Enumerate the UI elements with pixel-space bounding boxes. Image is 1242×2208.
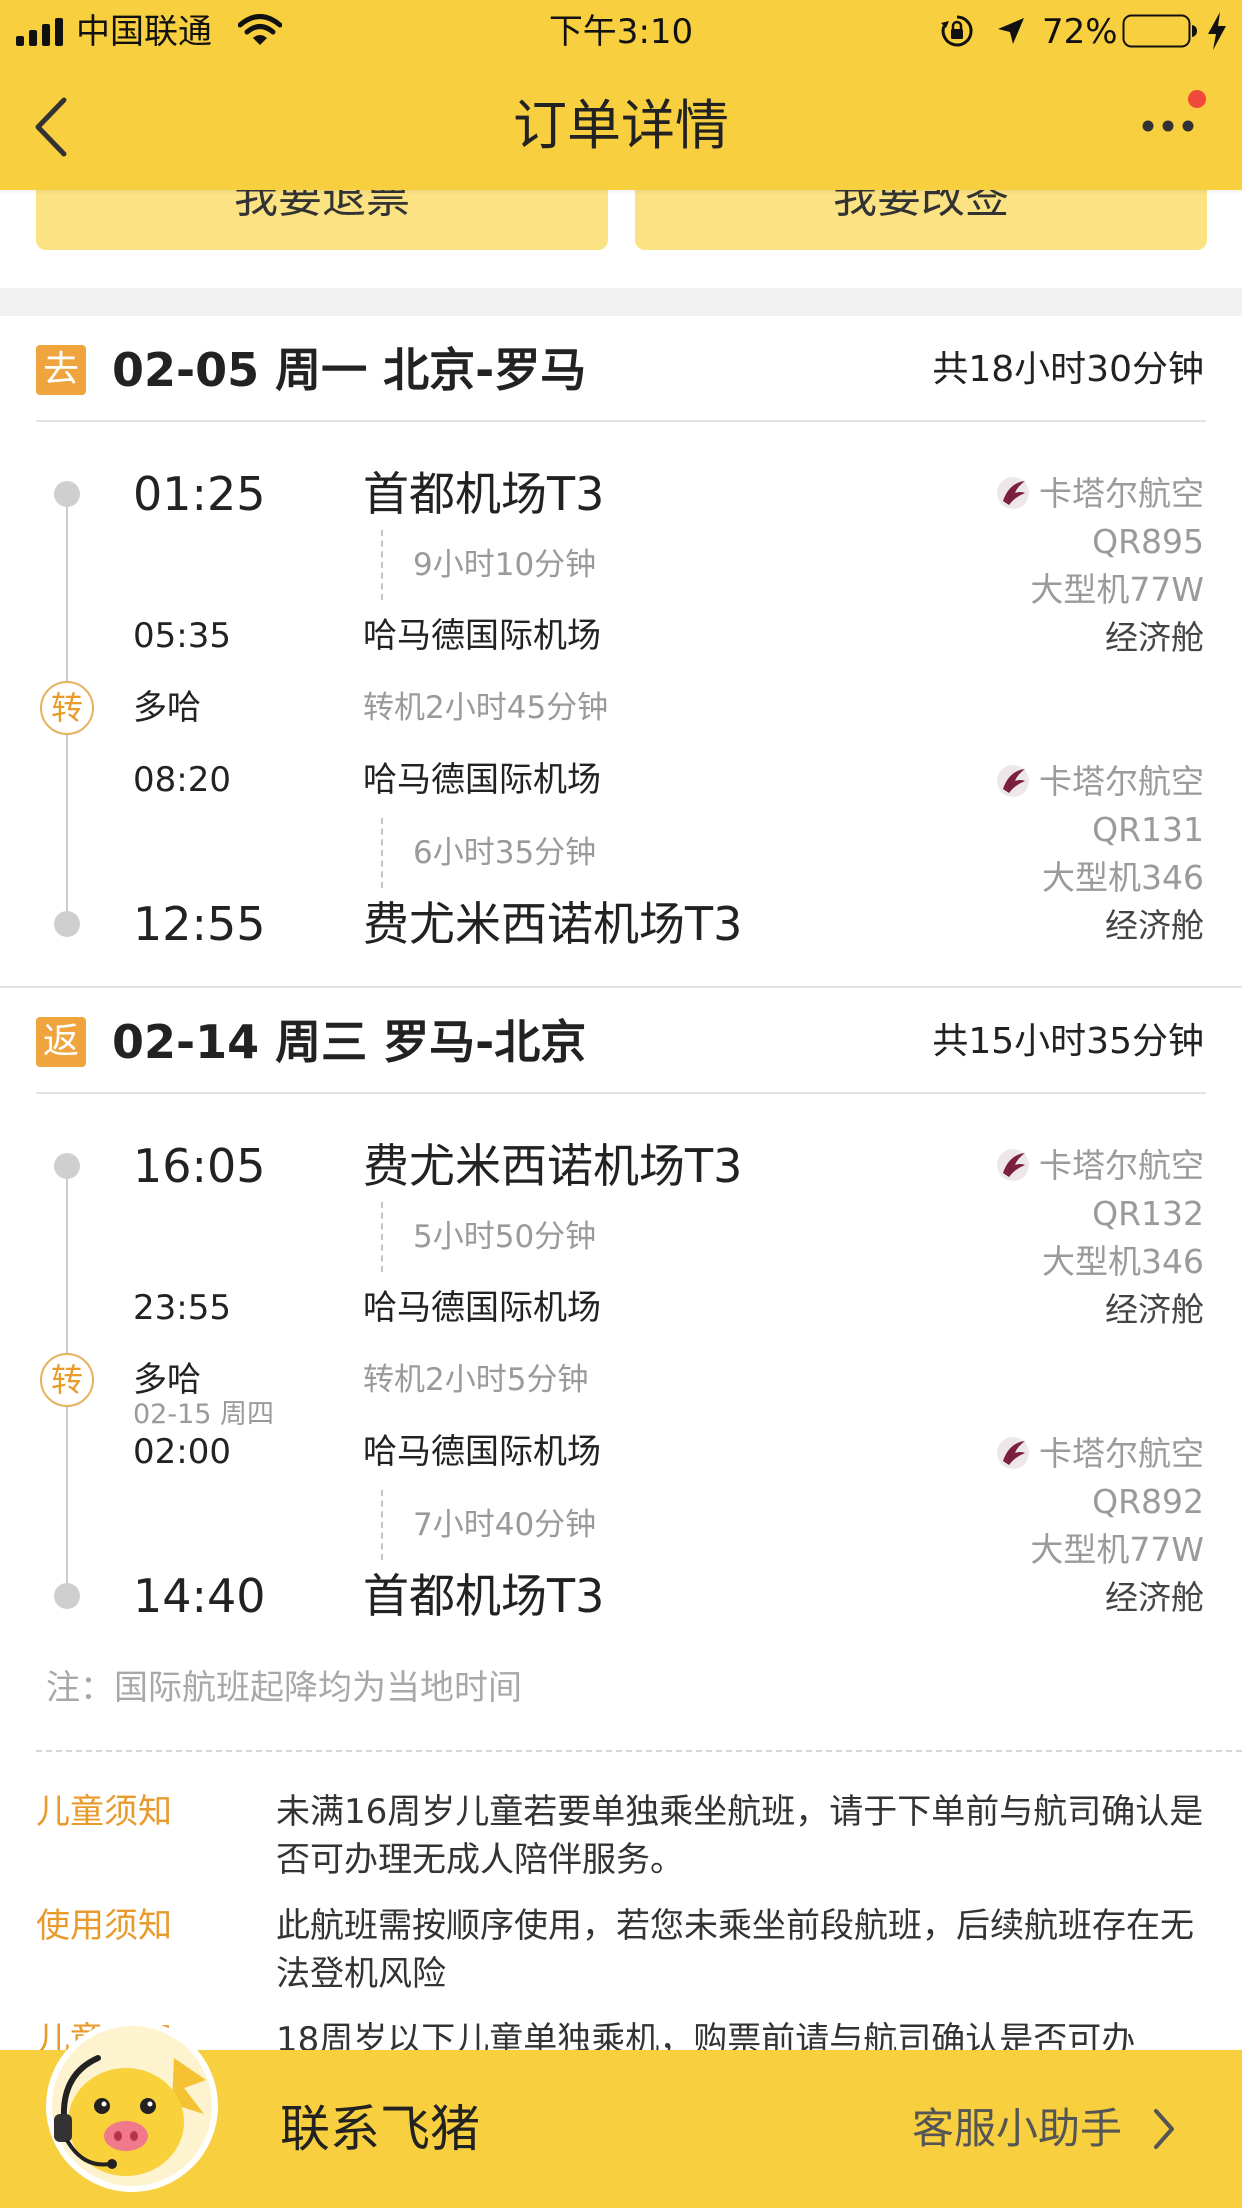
flight-dash-line [381, 818, 383, 888]
airline-name: 卡塔尔航空 [1039, 474, 1204, 513]
notice-text: 未满16周岁儿童若要单独乘坐航班，请于下单前与航司确认是否可办理无成人陪伴服务。 [276, 1792, 1204, 1880]
contact-fliggy-label[interactable]: 联系飞猪 [280, 2094, 480, 2164]
airline: 卡塔尔航空 [995, 470, 1204, 518]
flight-duration: 7小时40分钟 [413, 1507, 597, 1543]
qatar-airways-logo-icon [997, 477, 1029, 509]
departure-time: 08:20 [133, 760, 231, 800]
flight-dash-line [381, 1490, 383, 1560]
departure-airport: 首都机场T3 [363, 467, 605, 521]
header-bar: 中国联通 下午3:10 72% 订单详情 [0, 0, 1242, 190]
aircraft-type: 大型机346 [1042, 1242, 1204, 1281]
arrival-airport: 首都机场T3 [363, 1569, 605, 1623]
airline: 卡塔尔航空 [995, 758, 1204, 806]
layover-duration: 转机2小时5分钟 [363, 1362, 589, 1398]
location-arrow-icon [998, 18, 1024, 44]
flight-duration: 9小时10分钟 [413, 547, 597, 583]
arrival-time: 12:55 [133, 897, 266, 951]
divider [36, 420, 1206, 422]
layover-duration: 转机2小时45分钟 [363, 690, 609, 726]
airline: 卡塔尔航空 [995, 1430, 1204, 1478]
arrival-airport: 哈马德国际机场 [363, 616, 601, 656]
customer-service-assistant-link[interactable]: 客服小助手 [912, 2094, 1122, 2164]
battery-percentage: 72% [1042, 12, 1118, 52]
local-time-note: 注：国际航班起降均为当地时间 [46, 1668, 522, 1708]
qatar-airways-logo-icon [997, 765, 1029, 797]
notice-label: 使用须知 [36, 1906, 172, 1946]
section-gap [0, 288, 1242, 316]
arrival-dot [54, 1583, 80, 1609]
aircraft-type: 大型机77W [1030, 1530, 1204, 1569]
outbound-title: 02-05 周一 北京-罗马 [112, 343, 587, 397]
outbound-total-duration: 共18小时30分钟 [932, 349, 1204, 390]
departure-time: 01:25 [133, 467, 266, 521]
qatar-airways-logo-icon [997, 1437, 1029, 1469]
return-total-duration: 共15小时35分钟 [932, 1021, 1204, 1062]
flight-duration: 5小时50分钟 [413, 1219, 597, 1255]
transfer-badge: 转 [40, 1353, 94, 1407]
dashed-divider [36, 1750, 1242, 1752]
aircraft-type: 大型机346 [1042, 858, 1204, 897]
page-title: 订单详情 [513, 94, 729, 157]
divider [36, 1092, 1206, 1094]
section-divider [0, 986, 1242, 988]
airline-name: 卡塔尔航空 [1039, 762, 1204, 801]
cabin-class: 经济舱 [1105, 1578, 1204, 1617]
departure-time: 02:00 [133, 1432, 231, 1472]
return-title: 02-14 周三 罗马-北京 [112, 1015, 587, 1069]
airline-name: 卡塔尔航空 [1039, 1146, 1204, 1185]
flight-number: QR131 [1092, 810, 1204, 849]
arrival-dot [54, 911, 80, 937]
fliggy-mascot-icon [46, 2020, 218, 2192]
arrival-time: 14:40 [133, 1569, 266, 1623]
cabin-class: 经济舱 [1105, 1290, 1204, 1329]
arrival-airport: 哈马德国际机场 [363, 1288, 601, 1328]
notice-text: 此航班需按顺序使用，若您未乘坐前段航班，后续航班存在无法登机风险 [276, 1906, 1194, 1994]
notice-label: 儿童须知 [36, 1792, 172, 1832]
cabin-class: 经济舱 [1105, 618, 1204, 657]
arrival-airport: 费尤米西诺机场T3 [363, 897, 743, 951]
qatar-airways-logo-icon [997, 1149, 1029, 1181]
departure-dot [54, 1153, 80, 1179]
notification-dot [1188, 90, 1206, 108]
flight-duration: 6小时35分钟 [413, 835, 597, 871]
departure-dot [54, 481, 80, 507]
chevron-right-icon[interactable] [1150, 2107, 1178, 2151]
flight-number: QR895 [1092, 522, 1204, 561]
departure-airport: 哈马德国际机场 [363, 760, 601, 800]
battery-icon [1122, 14, 1197, 48]
cabin-class: 经济舱 [1105, 906, 1204, 945]
flight-number: QR892 [1092, 1482, 1204, 1521]
charging-bolt-icon [1208, 12, 1226, 50]
departure-airport: 哈马德国际机场 [363, 1432, 601, 1472]
arrival-time: 05:35 [133, 616, 231, 656]
rotation-lock-icon [941, 15, 973, 47]
outbound-badge: 去 [36, 345, 86, 395]
return-badge: 返 [36, 1017, 86, 1067]
departure-airport: 费尤米西诺机场T3 [363, 1139, 743, 1193]
transfer-badge: 转 [40, 681, 94, 735]
aircraft-type: 大型机77W [1030, 570, 1204, 609]
airline-name: 卡塔尔航空 [1039, 1434, 1204, 1473]
flight-dash-line [381, 1202, 383, 1272]
arrival-time: 23:55 [133, 1288, 231, 1328]
more-dots-icon[interactable] [1138, 104, 1198, 148]
transfer-city: 多哈 [133, 688, 201, 728]
flight-number: QR132 [1092, 1194, 1204, 1233]
departure-time: 16:05 [133, 1139, 266, 1193]
airline: 卡塔尔航空 [995, 1142, 1204, 1190]
flight-dash-line [381, 530, 383, 600]
